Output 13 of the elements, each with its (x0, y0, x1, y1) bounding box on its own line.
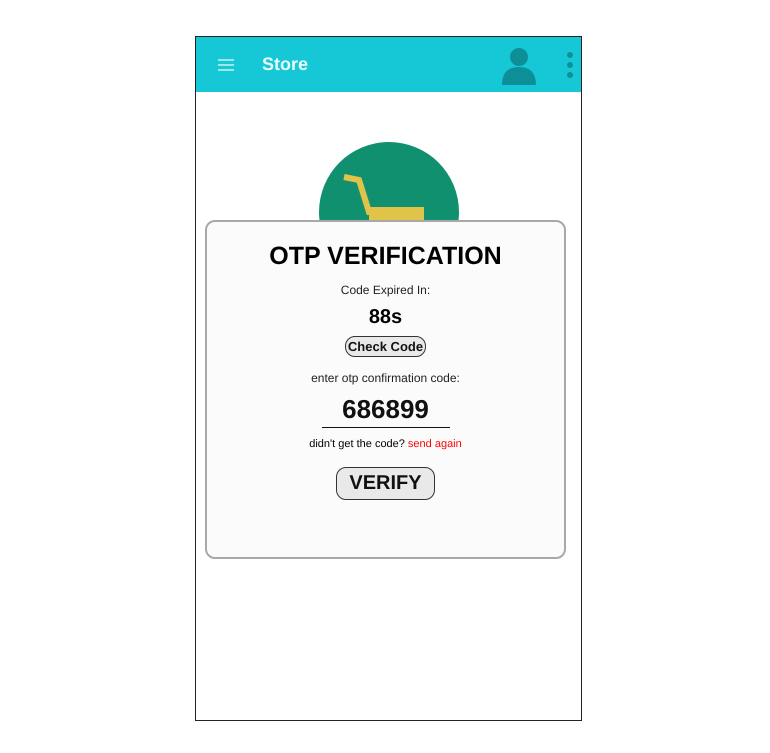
code-field[interactable]: 686899 (322, 394, 450, 428)
dialog-title: OTP VERIFICATION (269, 242, 502, 271)
code-label: enter otp confirmation code: (311, 371, 460, 385)
more-icon[interactable] (567, 52, 573, 78)
resend-prompt: didn't get the code? (309, 438, 405, 450)
app-title: Store (262, 54, 310, 75)
cart-icon (318, 142, 458, 220)
menu-icon[interactable] (218, 58, 234, 70)
timer-label: Code Expired In: (340, 283, 430, 297)
send-again-link[interactable]: send again (408, 438, 462, 450)
timer-value: 88s (368, 306, 402, 329)
verify-button[interactable]: VERIFY (336, 467, 435, 500)
check-code-button[interactable]: Check Code (344, 336, 426, 357)
